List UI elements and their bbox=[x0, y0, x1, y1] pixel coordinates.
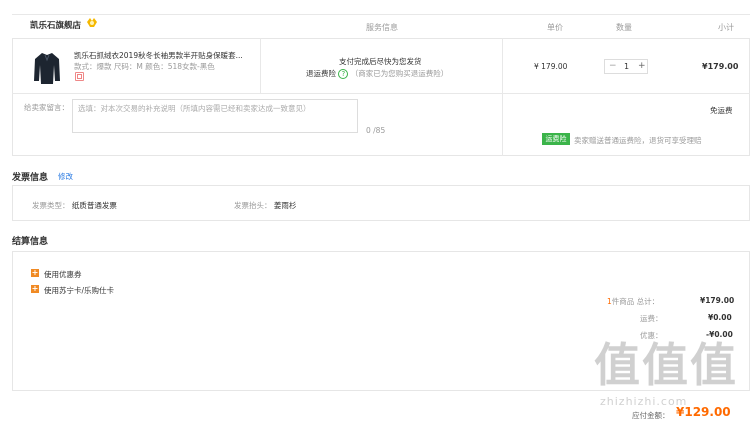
product-thumbnail[interactable] bbox=[32, 51, 62, 85]
coupon-option[interactable]: 使用优惠券 bbox=[44, 269, 82, 280]
invoice-type-value: 纸质普通发票 bbox=[71, 201, 117, 210]
watermark-glyph-1: 值 bbox=[594, 338, 640, 392]
service-note: （商家已为您购买退运费险） bbox=[350, 69, 449, 78]
col-service: 服务信息 bbox=[366, 23, 398, 32]
invoice-type-label: 发票类型： bbox=[32, 201, 70, 210]
help-icon[interactable]: ? bbox=[338, 69, 349, 79]
invoice-header-row: 发票抬头： 姜雨杉 bbox=[234, 200, 296, 211]
shipping-free: 免运费 bbox=[710, 106, 733, 115]
invoice-title: 发票信息 bbox=[12, 173, 49, 183]
unit-price: ¥ 179.00 bbox=[534, 62, 568, 71]
col-price: 单价 bbox=[547, 23, 563, 32]
card-option[interactable]: 使用苏宁卡/乐购仕卡 bbox=[44, 285, 114, 296]
quantity-stepper: − 1 + bbox=[604, 59, 648, 74]
invoice-box bbox=[12, 185, 750, 221]
col-qty: 数量 bbox=[616, 23, 632, 32]
header-top-border bbox=[12, 14, 750, 15]
service-delivery: 支付完成后尽快为您发货 bbox=[339, 57, 422, 66]
card-expand-icon[interactable]: + bbox=[31, 285, 39, 293]
insurance-text: 卖家赠送普通运费险，退货可享受理赔 bbox=[574, 136, 702, 145]
invoice-header-label: 发票抬头： bbox=[234, 201, 272, 210]
store-badge-icon bbox=[86, 17, 98, 28]
watermark-glyph-2: 值 bbox=[642, 338, 688, 392]
qty-value[interactable]: 1 bbox=[624, 61, 629, 72]
invoice-type-row: 发票类型： 纸质普通发票 bbox=[32, 200, 117, 211]
watermark-glyph-3: 值 bbox=[690, 338, 736, 392]
coupon-expand-icon[interactable]: + bbox=[31, 269, 39, 277]
product-divider bbox=[12, 93, 750, 94]
product-attrs: 款式：爆款 尺码：M 颜色：518女款-黑色 bbox=[74, 62, 215, 71]
insurance-tag: 运费险 bbox=[542, 133, 570, 145]
remark-label: 给卖家留言： bbox=[24, 103, 69, 112]
qty-plus-button[interactable]: + bbox=[638, 61, 646, 72]
item-count-text: 件商品 总计： bbox=[611, 297, 660, 306]
service-insurance: 退运费险 bbox=[306, 69, 336, 78]
remark-counter: 0 /85 bbox=[366, 126, 386, 135]
price-divider bbox=[502, 38, 503, 156]
watermark-url: zhizhizhi.com bbox=[600, 395, 688, 408]
total-value: ¥179.00 bbox=[700, 296, 735, 305]
shipping-label: 运费： bbox=[640, 314, 663, 323]
payable-label: 应付金额： bbox=[632, 411, 670, 420]
service-divider bbox=[260, 38, 261, 93]
watermark-logo: 值 值 值 bbox=[594, 336, 744, 394]
qty-minus-button[interactable]: − bbox=[609, 61, 617, 72]
product-title[interactable]: 凯乐石抓绒衣2019秋冬长袖男款半开贴身保暖套... bbox=[74, 50, 243, 61]
remark-input[interactable]: 选填：对本次交易的补充说明（所填内容需已经和卖家达成一致意见） bbox=[72, 99, 358, 133]
settlement-title: 结算信息 bbox=[12, 237, 49, 247]
invoice-edit-link[interactable]: 修改 bbox=[58, 171, 73, 182]
return-policy-icon bbox=[75, 72, 84, 81]
item-count-row: 1件商品 总计： bbox=[607, 296, 659, 307]
product-subtotal: ¥179.00 bbox=[702, 62, 739, 71]
service-insurance-row: 退运费险 ? （商家已为您购买退运费险） bbox=[306, 68, 448, 79]
invoice-header-value: 姜雨杉 bbox=[273, 201, 297, 210]
shipping-value: ¥0.00 bbox=[708, 313, 732, 322]
col-subtotal: 小计 bbox=[718, 23, 734, 32]
store-name[interactable]: 凯乐石旗舰店 bbox=[30, 19, 81, 31]
